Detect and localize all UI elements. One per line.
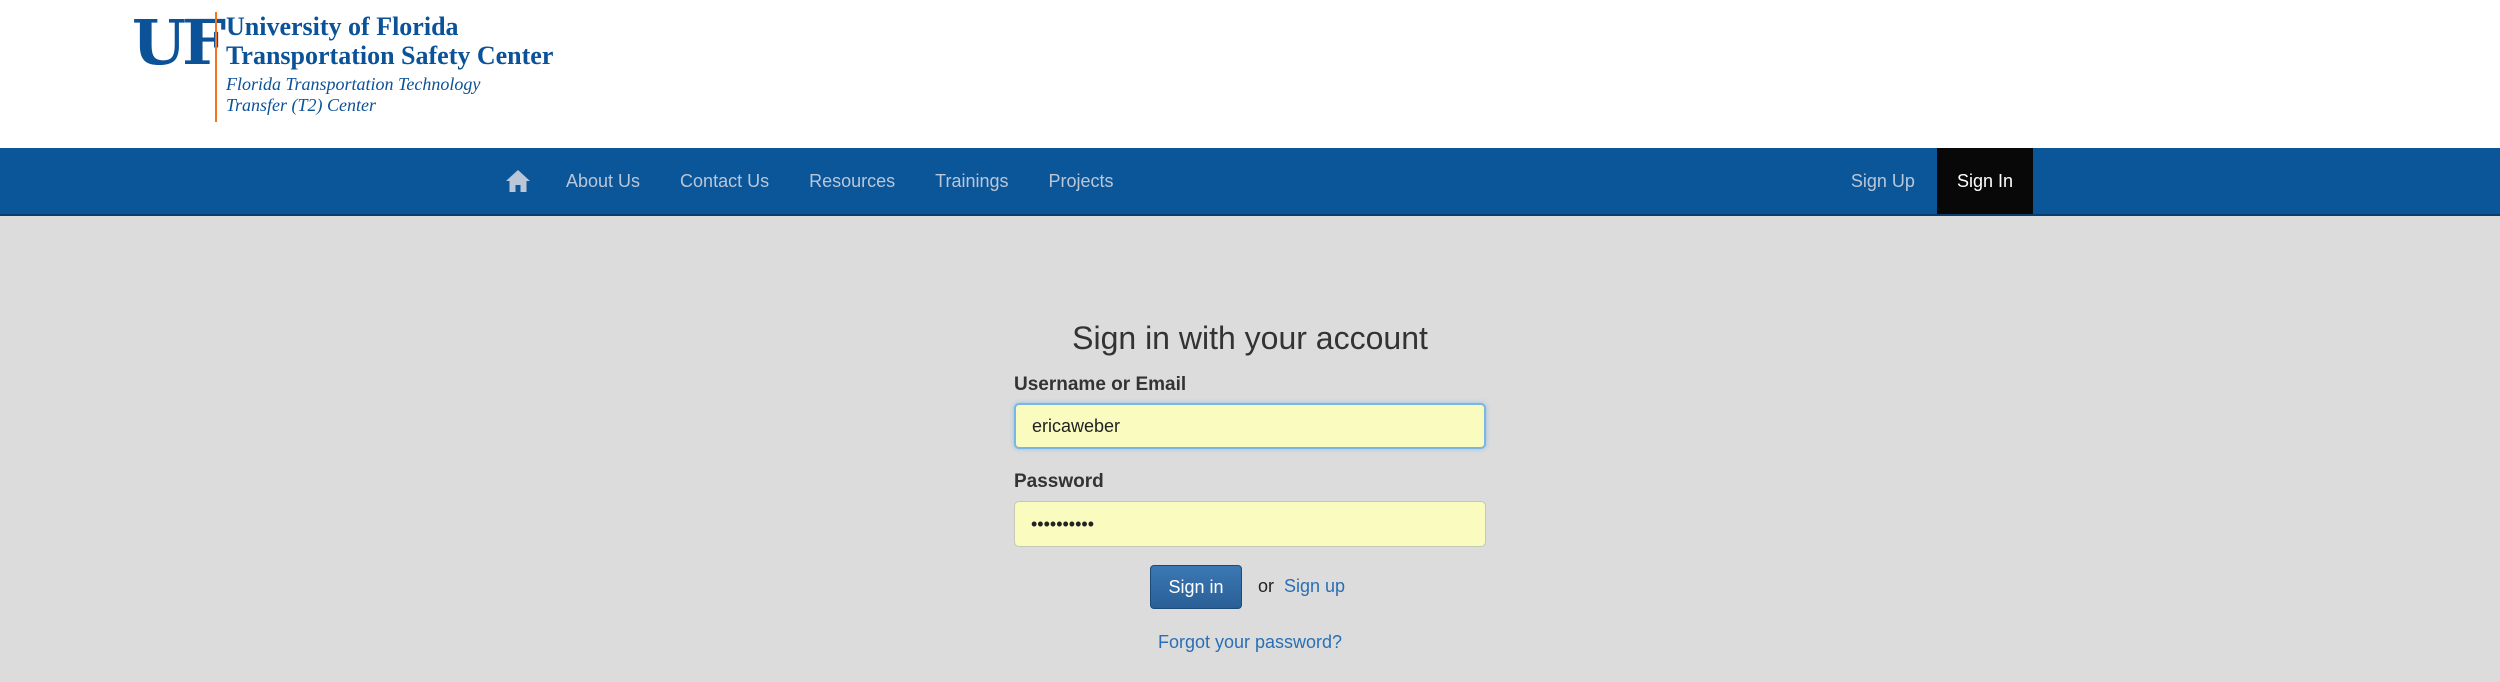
password-label: Password: [1014, 471, 1104, 492]
password-input[interactable]: [1014, 501, 1486, 547]
main-navbar: About Us Contact Us Resources Trainings …: [0, 148, 2500, 216]
logo-divider: [215, 12, 217, 122]
logo-center-name: Transportation Safety Center: [226, 41, 554, 70]
logo-subtitle-line2: Transfer (T2) Center: [226, 95, 377, 115]
nav-left-group: About Us Contact Us Resources Trainings …: [490, 148, 1134, 214]
nav-sign-in-link[interactable]: Sign In: [1936, 148, 2033, 214]
home-icon: [506, 170, 530, 192]
sign-in-button[interactable]: Sign in: [1150, 565, 1242, 609]
logo-text: University of Florida Transportation Saf…: [226, 12, 553, 116]
nav-home-link[interactable]: [490, 148, 546, 214]
form-actions: Sign in or Sign up: [1014, 565, 1486, 609]
nav-item-contact-us[interactable]: Contact Us: [660, 148, 789, 214]
site-header: UF University of Florida Transportation …: [0, 0, 2500, 148]
nav-item-resources[interactable]: Resources: [789, 148, 915, 214]
nav-right-group: Sign Up Sign In: [1829, 148, 2033, 214]
nav-item-projects[interactable]: Projects: [1029, 148, 1134, 214]
forgot-password-link[interactable]: Forgot your password?: [1014, 632, 1486, 653]
sign-up-link[interactable]: Sign up: [1284, 576, 1345, 597]
logo-subtitle-line1: Florida Transportation Technology: [226, 74, 481, 94]
page-title: Sign in with your account: [1072, 320, 1428, 356]
nav-item-trainings[interactable]: Trainings: [915, 148, 1028, 214]
or-text: or: [1258, 576, 1275, 596]
nav-item-about-us[interactable]: About Us: [546, 148, 660, 214]
nav-sign-up-link[interactable]: Sign Up: [1829, 148, 1937, 214]
logo-university-name: University of Florida: [226, 12, 459, 41]
username-input[interactable]: [1014, 403, 1486, 449]
main-content: Sign in with your account Username or Em…: [0, 216, 2500, 682]
username-label: Username or Email: [1014, 374, 1187, 395]
uf-logo-mark: UF: [132, 6, 226, 79]
